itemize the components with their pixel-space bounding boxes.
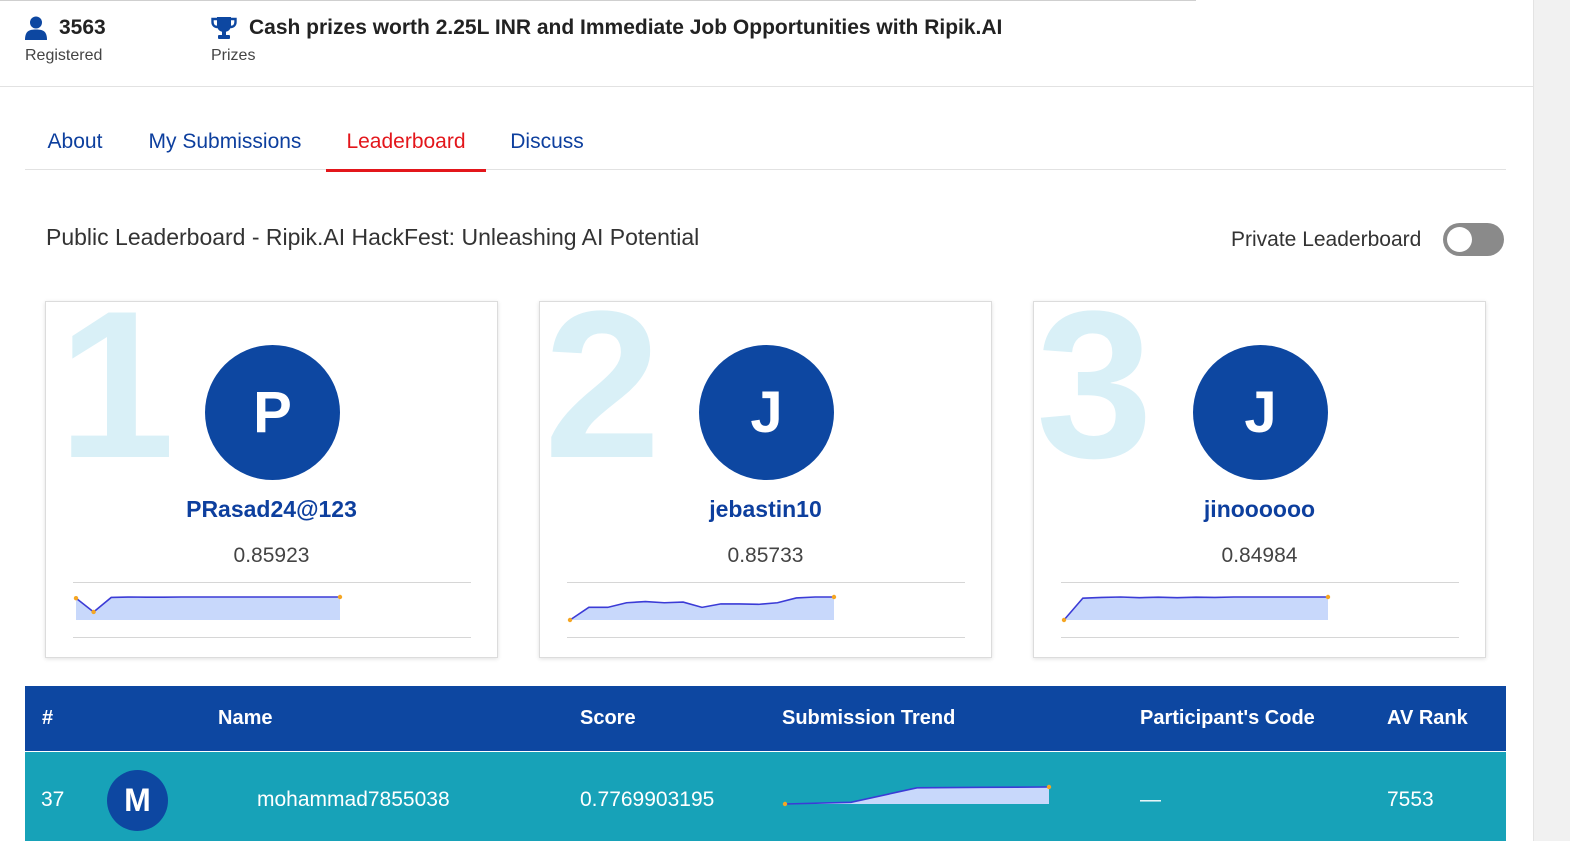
registered-label: Registered [25,47,103,64]
top-rank-card: 3 J jinoooooo 0.84984 [1033,301,1486,658]
column-header-av-rank: AV Rank [1387,707,1468,729]
page-scrollbar[interactable] [1533,0,1570,841]
leader-score: 0.85923 [233,544,310,567]
trend-point [91,609,96,615]
trend-point [1046,784,1052,790]
leader-username[interactable]: PRasad24@123 [46,496,497,523]
divider [1061,637,1459,638]
hackathon-stats-bar: 3563 Registered Cash prizes worth 2.25L … [0,0,1533,87]
row-av-rank: 7553 [1387,788,1434,811]
leaderboard-title: Public Leaderboard - Ripik.AI HackFest: … [46,224,700,250]
avatar: P [205,345,340,480]
leader-username[interactable]: jebastin10 [540,496,991,523]
submission-trend-sparkline [1061,594,1331,623]
registered-count: 3563 [59,16,106,39]
trend-point [1061,617,1067,623]
column-header-rank: # [42,707,54,729]
rank-number: 2 [544,301,661,502]
column-header-participant-code: Participant's Code [1140,707,1315,729]
row-participant-code[interactable]: — [1140,788,1161,812]
trend-point [73,595,79,601]
tab-leaderboard[interactable]: Leaderboard [326,110,486,172]
trend-point [782,801,788,807]
trend-point [337,594,343,600]
table-row: 37 M mohammad7855038 0.7769903195 — 7553 [25,752,1506,841]
toggle-knob [1447,227,1473,252]
avatar: M [107,770,168,831]
user-icon [25,16,47,40]
tab-about[interactable]: About [46,110,104,172]
tab-discuss[interactable]: Discuss [509,110,585,172]
trend-area [76,597,340,620]
row-rank: 37 [41,788,65,811]
trophy-icon [211,16,237,40]
top-rank-card: 1 P PRasad24@123 0.85923 [45,301,498,658]
prizes-stat: Cash prizes worth 2.25L INR and Immediat… [211,14,1002,65]
registered-stat: 3563 Registered [25,14,106,65]
rank-number: 3 [1036,301,1153,502]
submission-trend-sparkline [782,784,1052,807]
private-leaderboard-control: Private Leaderboard [1231,223,1505,256]
column-header-name: Name [218,707,273,729]
trend-point [831,594,837,600]
competition-tabs: About My Submissions Leaderboard Discuss [25,110,1506,172]
row-username[interactable]: mohammad7855038 [257,788,450,812]
leader-score: 0.84984 [1221,544,1298,567]
leader-username[interactable]: jinoooooo [1034,496,1485,523]
private-leaderboard-label: Private Leaderboard [1231,227,1422,251]
submission-trend-sparkline [567,594,837,623]
divider [73,582,471,583]
trend-area [570,597,834,620]
divider [567,582,965,583]
trend-point [1325,594,1331,600]
trend-area [1064,597,1328,620]
column-header-score: Score [580,707,636,729]
divider [567,637,965,638]
submission-trend-sparkline [73,594,343,620]
column-header-submission-trend: Submission Trend [782,707,956,729]
avatar: J [699,345,834,480]
leaderboard-table-header: # Name Score Submission Trend Participan… [25,686,1506,751]
top-rank-card: 2 J jebastin10 0.85733 [539,301,992,658]
avatar: J [1193,345,1328,480]
divider [73,637,471,638]
divider [1061,582,1459,583]
trend-point [567,617,573,623]
private-leaderboard-toggle[interactable] [1443,223,1505,256]
prizes-text: Cash prizes worth 2.25L INR and Immediat… [249,16,1003,39]
trend-area [785,787,1049,804]
tab-my-submissions[interactable]: My Submissions [146,110,304,172]
row-score: 0.7769903195 [580,788,715,811]
rank-number: 1 [58,301,175,502]
prizes-label: Prizes [211,47,256,64]
leader-score: 0.85733 [727,544,804,567]
